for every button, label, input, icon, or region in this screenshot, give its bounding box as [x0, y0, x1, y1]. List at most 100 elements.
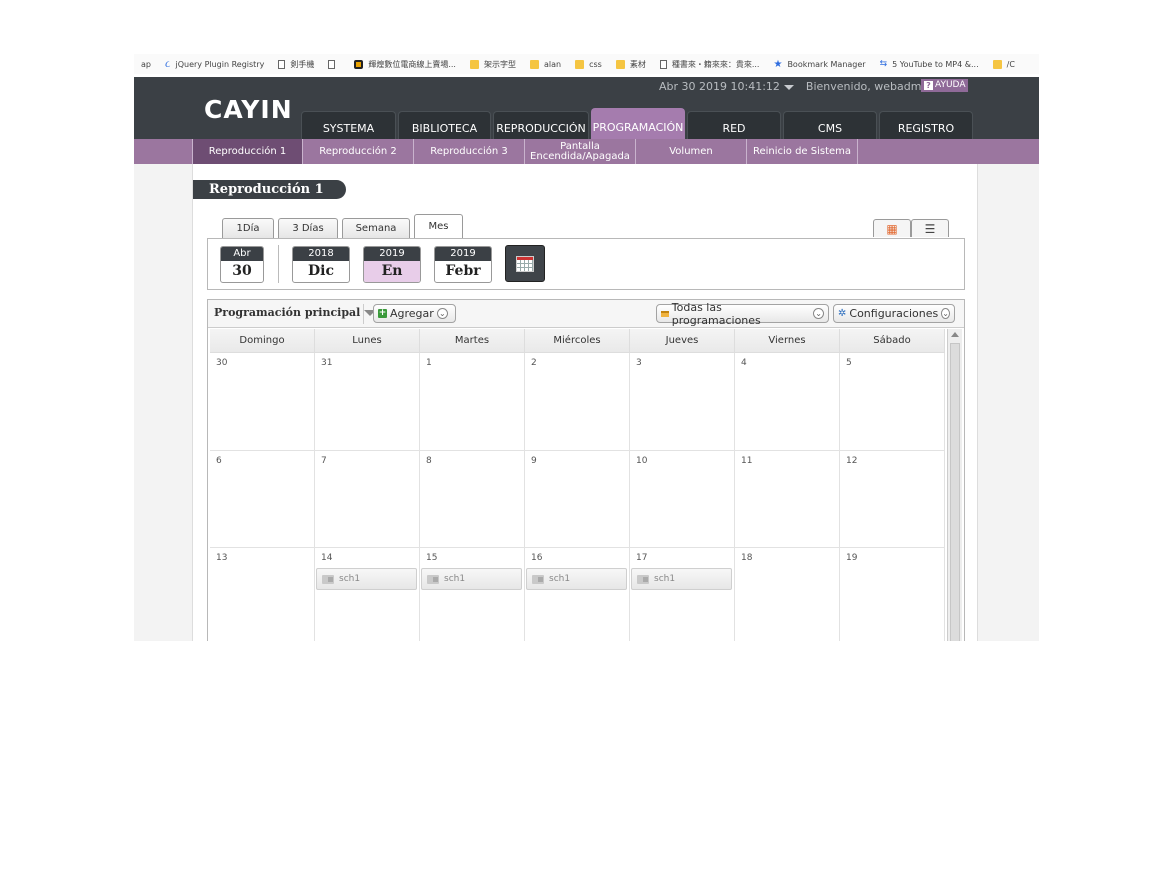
date-picker-button[interactable] — [505, 245, 545, 282]
day-cell[interactable]: 13 — [210, 548, 315, 641]
next-year: 2019 — [435, 247, 491, 261]
day-cell[interactable]: 11 — [735, 450, 840, 548]
schedule-event[interactable]: sch1 — [421, 568, 522, 590]
all-schedules-button[interactable]: Todas las programaciones ⌄ — [656, 301, 829, 327]
day-cell[interactable]: 14 sch1 — [315, 548, 420, 641]
subtab-volumen[interactable]: Volumen — [636, 139, 747, 164]
bookmarks-bar: ap ૮ jQuery Plugin Registry 剣手機 輝煌數位電商線上賣場..… — [134, 54, 1039, 74]
bookmark-item[interactable] — [328, 59, 340, 69]
add-button[interactable]: + Agregar ⌄ — [373, 304, 456, 323]
swirl-icon: ૮ — [164, 58, 171, 70]
bookmark-item[interactable]: ⇆ 5 YouTube to MP4 &... — [880, 59, 979, 69]
day-cell[interactable]: 9 — [525, 450, 630, 548]
settings-button[interactable]: ✲ Configuraciones ⌄ — [833, 304, 955, 323]
subtab-pantalla[interactable]: Pantalla Encendida/Apagada — [525, 139, 636, 164]
prev-month-button[interactable]: 2018 Dic — [292, 246, 350, 283]
day-number: 6 — [216, 455, 222, 466]
schedule-event[interactable]: sch1 — [316, 568, 417, 590]
star-icon: ★ — [773, 58, 783, 70]
tab-reproduccion[interactable]: REPRODUCCIÓN — [493, 111, 589, 139]
view-tab-mes[interactable]: Mes — [414, 214, 463, 238]
subtab-reproduccion-2[interactable]: Reproducción 2 — [303, 139, 414, 164]
day-number: 11 — [741, 455, 753, 466]
add-label: Agregar — [390, 307, 434, 320]
bookmark-label: ap — [141, 59, 151, 69]
day-cell[interactable]: 30 — [210, 353, 315, 451]
view-tab-semana[interactable]: Semana — [342, 218, 410, 238]
subtab-reinicio[interactable]: Reinicio de Sistema — [747, 139, 858, 164]
bookmark-item[interactable]: /C — [992, 59, 1015, 69]
datetime-dropdown[interactable]: Abr 30 2019 10:41:12 — [659, 80, 794, 93]
day-cell[interactable]: 17 sch1 — [630, 548, 735, 641]
help-button[interactable]: ? AYUDA — [921, 79, 969, 92]
prev-year: 2018 — [293, 247, 349, 261]
day-cell[interactable]: 1 — [420, 353, 525, 451]
schedule-label: Programación principal — [214, 306, 361, 319]
bookmark-item[interactable]: ૮ jQuery Plugin Registry — [164, 58, 264, 70]
day-number: 18 — [741, 553, 753, 563]
schedule-event[interactable]: sch1 — [526, 568, 627, 590]
bookmark-item[interactable]: css — [575, 59, 602, 69]
day-cell[interactable]: 8 — [420, 450, 525, 548]
day-cell[interactable]: 15 sch1 — [420, 548, 525, 641]
day-cell[interactable]: 4 — [735, 353, 840, 451]
day-cell[interactable]: 2 — [525, 353, 630, 451]
datetime-text: Abr 30 2019 10:41:12 — [659, 80, 780, 93]
schedule-selector[interactable]: Programación principal — [214, 306, 377, 319]
day-cell[interactable]: 18 — [735, 548, 840, 641]
event-label: sch1 — [654, 574, 676, 584]
subtab-reproduccion-1[interactable]: Reproducción 1 — [192, 139, 303, 164]
gear-icon: ✲ — [838, 308, 847, 319]
day-cell[interactable]: 6 — [210, 450, 315, 548]
day-number: 17 — [636, 553, 648, 563]
app-header: CAYIN Abr 30 2019 10:41:12 Bienvenido, w… — [134, 77, 1039, 139]
day-cell[interactable]: 31 — [315, 353, 420, 451]
day-number: 1 — [426, 358, 432, 368]
calendar-view-icon[interactable]: ▦ — [873, 219, 911, 237]
weekday-label: Domingo — [210, 329, 315, 353]
bookmark-item[interactable]: 輝煌數位電商線上賣場... — [354, 59, 456, 70]
schedule-event[interactable]: sch1 — [631, 568, 732, 590]
tab-systema[interactable]: SYSTEMA — [301, 111, 396, 139]
current-year: 2019 — [364, 247, 420, 261]
subtab-reproduccion-3[interactable]: Reproducción 3 — [414, 139, 525, 164]
tab-cms[interactable]: CMS — [783, 111, 877, 139]
event-label: sch1 — [339, 574, 361, 584]
list-view-icon[interactable]: ☰ — [911, 219, 949, 237]
day-cell[interactable]: 16 sch1 — [525, 548, 630, 641]
bookmark-label: alan — [543, 59, 562, 69]
folder-icon — [992, 59, 1002, 69]
bookmark-item[interactable]: 剣手機 — [278, 59, 314, 70]
bookmark-item[interactable]: 素材 — [615, 59, 646, 70]
calendar-panel: Programación principal + Agregar ⌄ Todas… — [207, 299, 965, 641]
tab-red[interactable]: RED — [687, 111, 781, 139]
tab-biblioteca[interactable]: BIBLIOTECA — [398, 111, 491, 139]
grid-scrollbar[interactable] — [947, 329, 962, 641]
bookmark-item[interactable]: ap — [134, 60, 151, 69]
day-cell[interactable]: 7 — [315, 450, 420, 548]
day-cell[interactable]: 12 — [840, 450, 945, 548]
tab-programacion[interactable]: PROGRAMACIÓN — [591, 108, 685, 139]
view-tab-3-dias[interactable]: 3 Días — [278, 218, 338, 238]
current-month-button[interactable]: 2019 En — [363, 246, 421, 283]
bookmark-item[interactable]: alan — [529, 59, 562, 69]
day-cell[interactable]: 3 — [630, 353, 735, 451]
day-number: 5 — [846, 358, 852, 368]
scroll-up-icon[interactable] — [951, 332, 959, 337]
day-cell[interactable]: 5 — [840, 353, 945, 451]
day-cell[interactable]: 10 — [630, 450, 735, 548]
scroll-thumb[interactable] — [950, 343, 960, 641]
day-cell[interactable]: 19 — [840, 548, 945, 641]
weekday-label: Miércoles — [525, 329, 630, 353]
bookmark-item[interactable]: ★ Bookmark Manager — [773, 58, 865, 70]
bookmark-item[interactable]: 架示字型 — [469, 59, 516, 70]
sub-nav: Reproducción 1 Reproducción 2 Reproducci… — [134, 139, 1039, 164]
day-number: 14 — [321, 553, 333, 563]
next-month-button[interactable]: 2019 Febr — [434, 246, 492, 283]
tab-registro[interactable]: REGISTRO — [879, 111, 973, 139]
event-label: sch1 — [549, 574, 571, 584]
today-button[interactable]: Abr 30 — [220, 246, 264, 283]
bookmark-item[interactable]: 種書來・籍來來：貴來... — [659, 59, 759, 70]
view-tab-1-dia[interactable]: 1Día — [222, 218, 274, 238]
event-label: sch1 — [444, 574, 466, 584]
